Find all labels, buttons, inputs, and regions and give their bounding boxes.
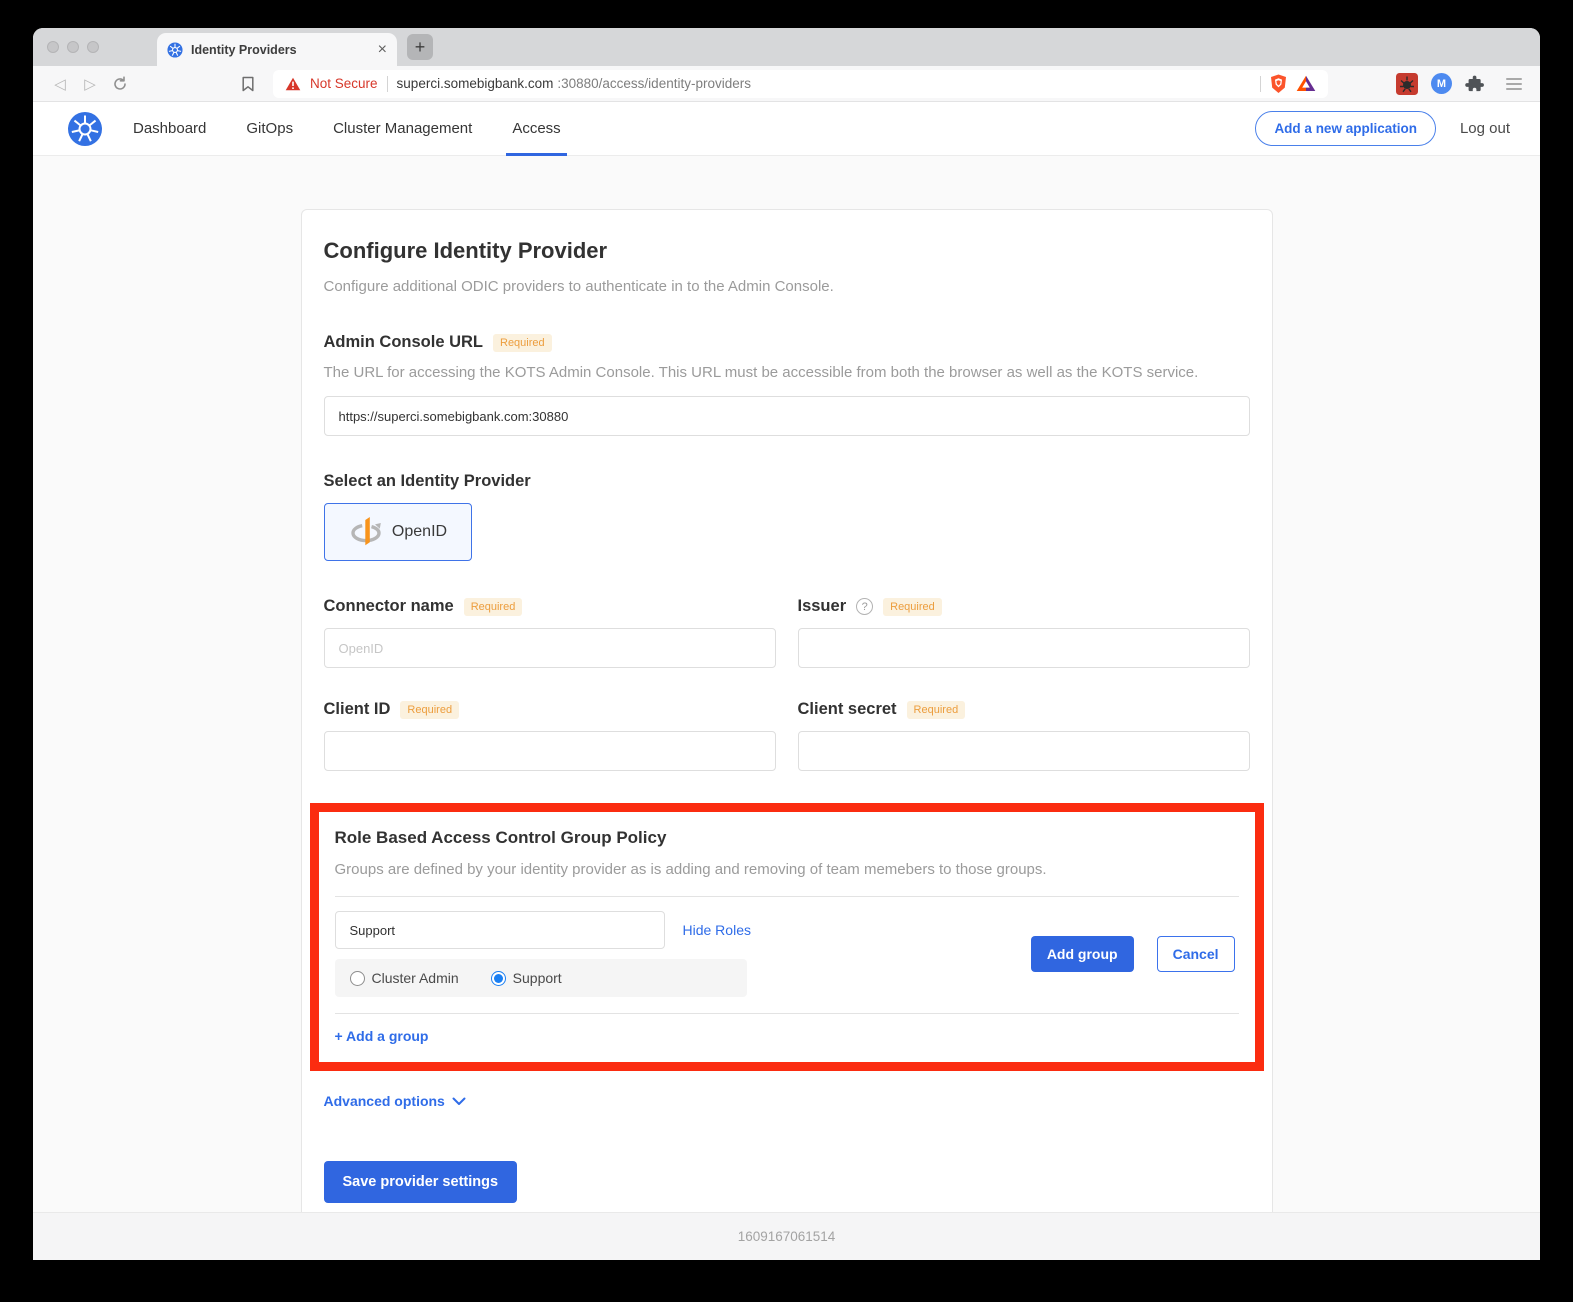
group-name-input[interactable]: [335, 911, 665, 949]
openid-logo-icon: [348, 515, 384, 549]
nav-item-cluster-management[interactable]: Cluster Management: [333, 102, 472, 156]
new-tab-button[interactable]: +: [407, 34, 433, 60]
group-editor-row: Hide Roles Cluster Admin Support: [335, 897, 1239, 1013]
add-group-button[interactable]: Add group: [1031, 936, 1134, 972]
extensions-puzzle-icon[interactable]: [1465, 74, 1485, 94]
issuer-help-icon[interactable]: ?: [856, 598, 873, 615]
admin-console-url-input[interactable]: [324, 396, 1250, 436]
role-label: Cluster Admin: [372, 970, 459, 986]
page-title: Configure Identity Provider: [324, 238, 1250, 264]
client-id-field: Client ID Required: [324, 700, 776, 771]
save-provider-settings-button[interactable]: Save provider settings: [324, 1161, 518, 1203]
client-id-label: Client ID: [324, 700, 391, 719]
connector-name-field: Connector name Required: [324, 597, 776, 668]
extensions-area: M: [1396, 73, 1522, 95]
issuer-label: Issuer: [798, 597, 847, 616]
app-navbar: Dashboard GitOps Cluster Management Acce…: [33, 102, 1540, 156]
chevron-down-icon: [452, 1097, 466, 1106]
forward-icon[interactable]: ▷: [75, 75, 105, 93]
admin-console-url-section: Admin Console URL Required The URL for a…: [324, 333, 1250, 436]
client-secret-field: Client secret Required: [798, 700, 1250, 771]
url-bar[interactable]: Not Secure superci.somebigbank.com:30880…: [273, 70, 1328, 98]
advanced-options-label: Advanced options: [324, 1093, 445, 1109]
minimize-window-button[interactable]: [67, 41, 79, 53]
select-provider-label: Select an Identity Provider: [324, 472, 531, 491]
client-id-input[interactable]: [324, 731, 776, 771]
url-divider: [1260, 76, 1261, 92]
required-badge: Required: [493, 334, 552, 352]
client-secret-label: Client secret: [798, 700, 897, 719]
not-secure-label: Not Secure: [310, 76, 378, 91]
tab-title: Identity Providers: [191, 43, 370, 57]
browser-window: Identity Providers × + ◁ ▷: [33, 28, 1540, 1260]
footer-timestamp: 1609167061514: [738, 1229, 836, 1244]
role-label: Support: [513, 970, 562, 986]
openid-label: OpenID: [392, 523, 447, 541]
close-window-button[interactable]: [47, 41, 59, 53]
nav-item-gitops[interactable]: GitOps: [246, 102, 293, 156]
warning-triangle-icon: [285, 77, 301, 91]
cancel-button[interactable]: Cancel: [1157, 936, 1235, 972]
page-content: Configure Identity Provider Configure ad…: [33, 156, 1540, 1212]
radio-icon[interactable]: [491, 971, 506, 986]
browser-toolbar: ◁ ▷ Not Secure superci.somebigba: [33, 66, 1540, 102]
nav-item-access[interactable]: Access: [506, 102, 566, 156]
group-editor-actions: Add group Cancel: [1031, 936, 1239, 972]
url-host: superci.somebigbank.com: [397, 76, 554, 91]
page-subtitle: Configure additional ODIC providers to a…: [324, 278, 1250, 295]
connector-name-input[interactable]: [324, 628, 776, 668]
advanced-options-toggle[interactable]: Advanced options: [324, 1093, 1250, 1109]
reload-icon[interactable]: [105, 76, 135, 92]
bookmark-icon[interactable]: [231, 76, 265, 92]
connector-name-label: Connector name: [324, 597, 454, 616]
required-badge: Required: [883, 598, 942, 616]
required-badge: Required: [400, 701, 459, 719]
url-path: :30880/access/identity-providers: [557, 76, 751, 91]
back-icon[interactable]: ◁: [45, 75, 75, 93]
zoom-window-button[interactable]: [87, 41, 99, 53]
role-option-cluster-admin[interactable]: Cluster Admin: [350, 970, 459, 986]
profile-avatar[interactable]: M: [1431, 73, 1452, 94]
roles-radio-group: Cluster Admin Support: [335, 959, 747, 997]
rbac-section-title: Role Based Access Control Group Policy: [335, 828, 1239, 848]
group-editor-left: Hide Roles Cluster Admin Support: [335, 911, 751, 997]
radio-icon[interactable]: [350, 971, 365, 986]
window-controls: [47, 41, 99, 53]
bat-rewards-icon[interactable]: [1296, 75, 1316, 92]
browser-menu-icon[interactable]: [1506, 78, 1522, 90]
required-badge: Required: [464, 598, 523, 616]
red-extension-icon[interactable]: [1396, 73, 1418, 95]
rbac-section-description: Groups are defined by your identity prov…: [335, 861, 1239, 878]
required-badge: Required: [907, 701, 966, 719]
logout-link[interactable]: Log out: [1460, 120, 1510, 137]
select-provider-section: Select an Identity Provider OpenID: [324, 472, 1250, 561]
admin-console-url-help: The URL for accessing the KOTS Admin Con…: [324, 364, 1250, 381]
red-highlight-box-rbac-section: Role Based Access Control Group Policy G…: [310, 803, 1264, 1071]
tab-favicon-kubernetes-icon: [167, 42, 183, 58]
client-secret-input[interactable]: [798, 731, 1250, 771]
url-divider: [387, 76, 388, 92]
issuer-field: Issuer ? Required: [798, 597, 1250, 668]
tab-strip: Identity Providers × +: [33, 28, 1540, 66]
kubernetes-logo-icon[interactable]: [67, 111, 103, 147]
brave-shield-icon[interactable]: [1270, 74, 1287, 94]
add-new-application-button[interactable]: Add a new application: [1255, 111, 1436, 146]
hide-roles-link[interactable]: Hide Roles: [683, 922, 751, 938]
configure-identity-provider-card: Configure Identity Provider Configure ad…: [301, 209, 1273, 1212]
openid-provider-tile[interactable]: OpenID: [324, 503, 472, 561]
add-a-group-link[interactable]: + Add a group: [335, 1014, 429, 1060]
close-tab-icon[interactable]: ×: [378, 42, 387, 58]
footer-bar: 1609167061514: [33, 1212, 1540, 1260]
nav-item-dashboard[interactable]: Dashboard: [133, 102, 206, 156]
role-option-support[interactable]: Support: [491, 970, 562, 986]
issuer-input[interactable]: [798, 628, 1250, 668]
divider: [335, 1013, 1239, 1014]
admin-console-url-label: Admin Console URL: [324, 333, 484, 352]
browser-tab[interactable]: Identity Providers ×: [157, 33, 397, 66]
